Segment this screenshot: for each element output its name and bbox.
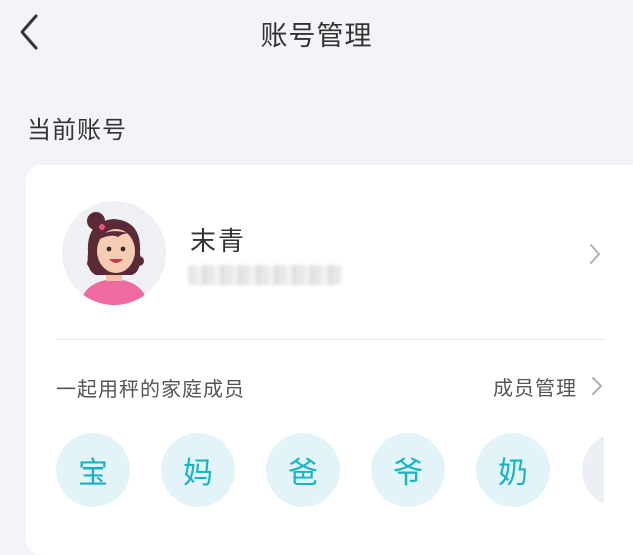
member-avatar[interactable]: 爸 — [266, 433, 340, 507]
member-avatar[interactable]: 宝 — [56, 433, 130, 507]
member-avatar[interactable]: 奶 — [476, 433, 550, 507]
chevron-right-icon — [592, 377, 602, 395]
member-manage-label: 成员管理 — [493, 375, 577, 400]
header: 账号管理 — [0, 0, 633, 64]
family-members-label: 一起用秤的家庭成员 — [56, 377, 245, 401]
divider — [56, 339, 604, 340]
current-account-row[interactable]: 末青 — [26, 165, 633, 340]
user-name: 末青 — [190, 227, 247, 257]
family-members-list: 宝 妈 爸 爷 奶 — [56, 433, 604, 513]
member-avatar-partial[interactable] — [582, 433, 604, 507]
member-manage-link[interactable]: 成员管理 — [493, 371, 603, 401]
female-avatar-icon — [62, 201, 166, 305]
page-title: 账号管理 — [260, 21, 373, 52]
account-card: 末青 一起用秤的家庭成员 成员管理 宝 妈 爸 爷 奶 — [26, 165, 633, 555]
section-title: 当前账号 — [27, 116, 127, 144]
member-avatar[interactable]: 妈 — [161, 433, 235, 507]
chevron-right-icon — [590, 244, 600, 264]
avatar — [62, 201, 166, 305]
user-phone-masked — [188, 265, 342, 285]
member-avatar[interactable]: 爷 — [371, 433, 445, 507]
